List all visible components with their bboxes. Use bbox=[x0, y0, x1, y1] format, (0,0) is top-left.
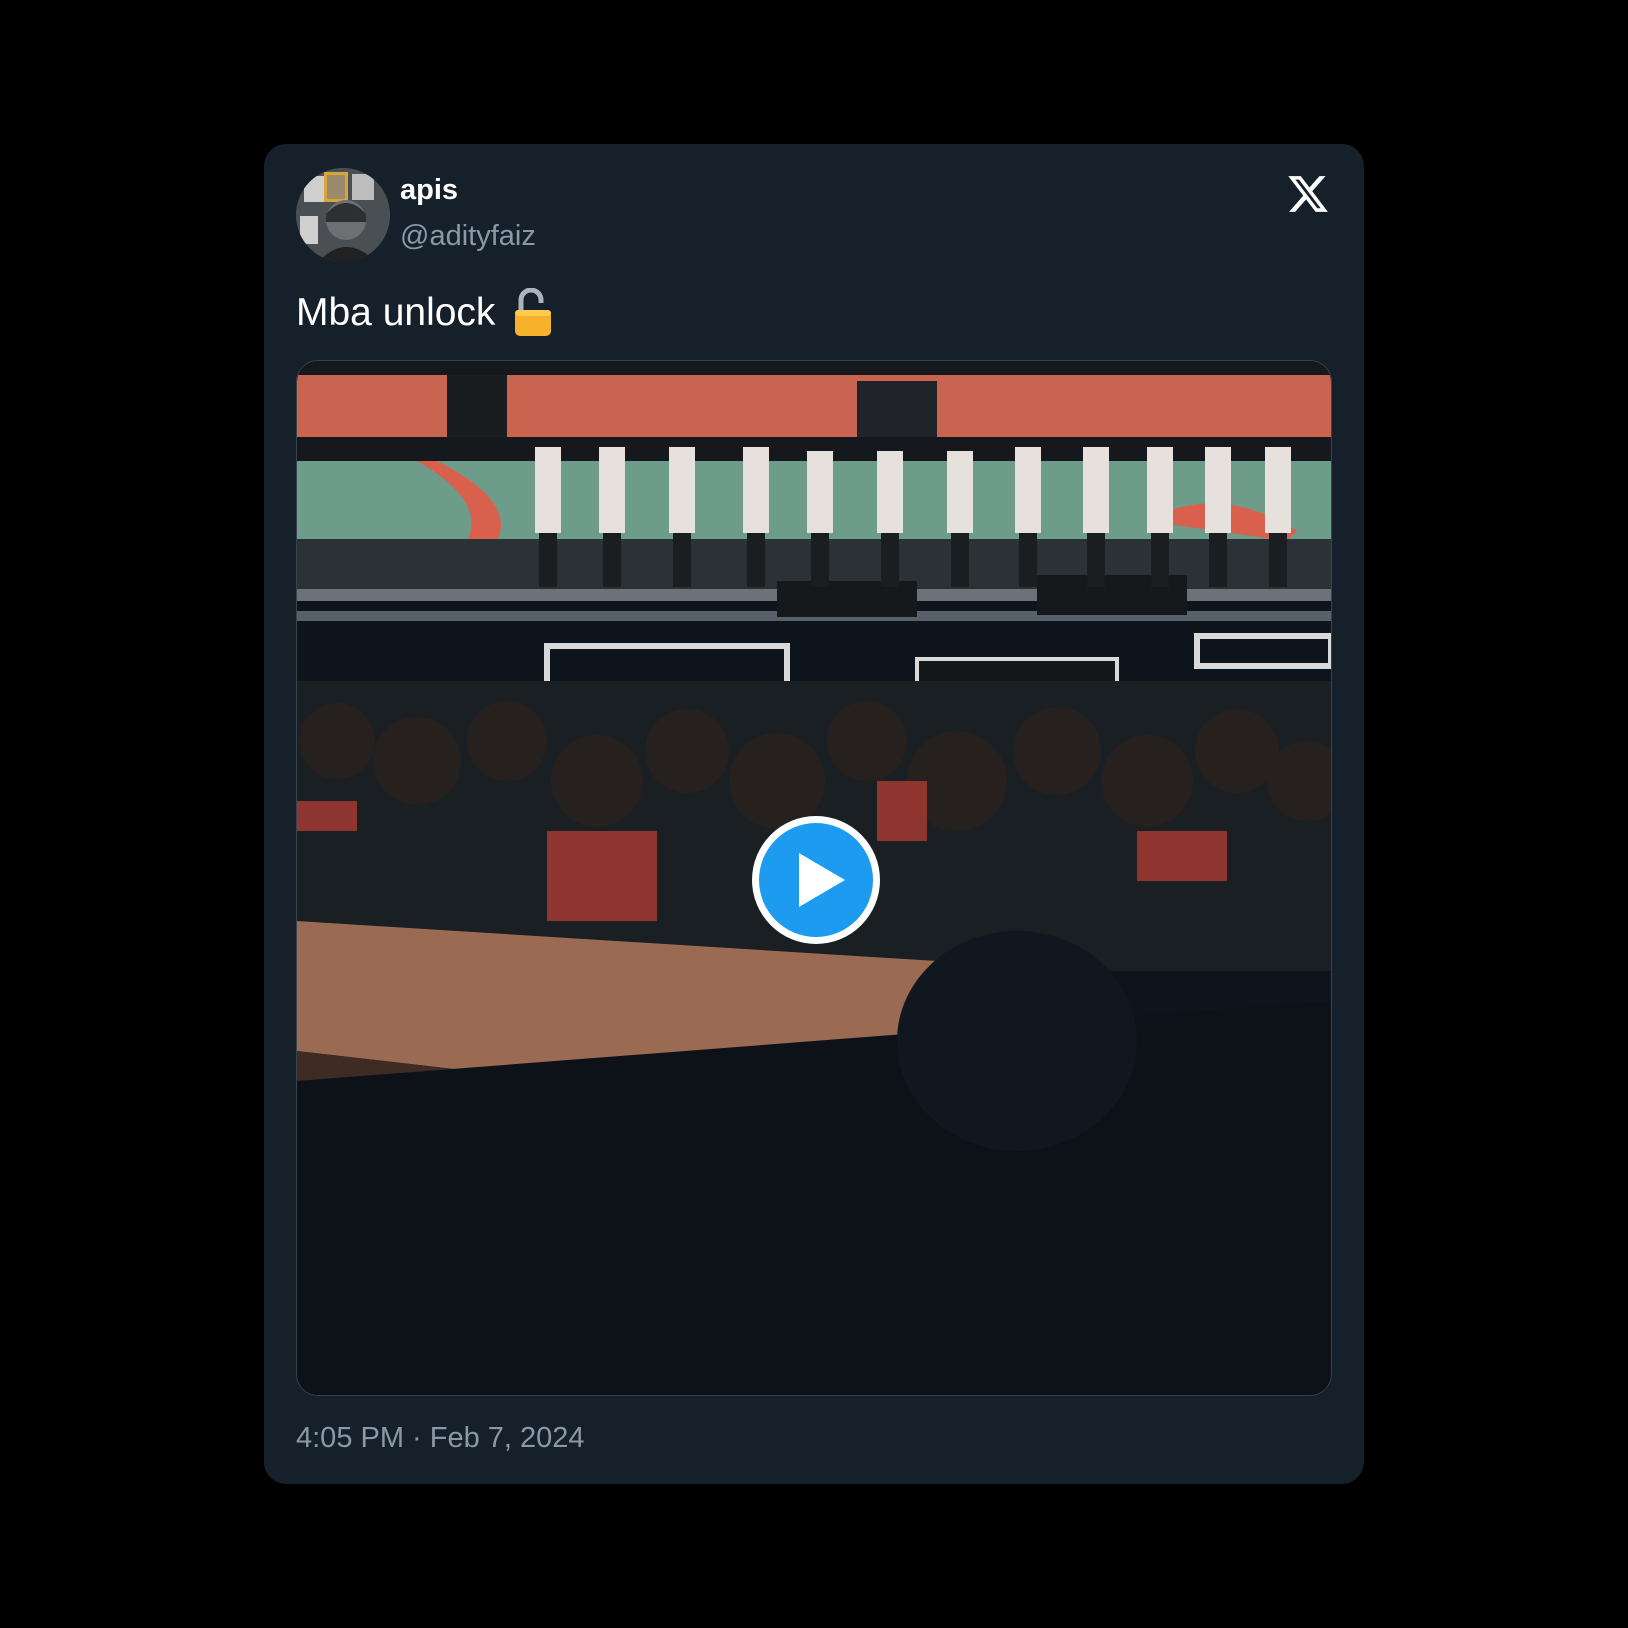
unlocked-padlock-icon bbox=[513, 287, 553, 338]
tweet-text-row: Mba unlock bbox=[296, 287, 553, 338]
tweet-timestamp[interactable]: 4:05 PM · Feb 7, 2024 bbox=[296, 1422, 585, 1455]
video-thumbnail[interactable] bbox=[296, 360, 1332, 1396]
x-logo-icon[interactable] bbox=[1286, 172, 1330, 216]
play-icon[interactable] bbox=[749, 813, 883, 947]
author-handle[interactable]: @adityfaiz bbox=[400, 220, 536, 253]
tweet-text: Mba unlock bbox=[296, 291, 496, 334]
avatar-image bbox=[296, 168, 390, 262]
avatar[interactable] bbox=[296, 168, 390, 262]
author-name[interactable]: apis bbox=[400, 174, 458, 207]
tweet-card: apis @adityfaiz Mba unlock 4:05 PM · Feb… bbox=[264, 144, 1364, 1484]
